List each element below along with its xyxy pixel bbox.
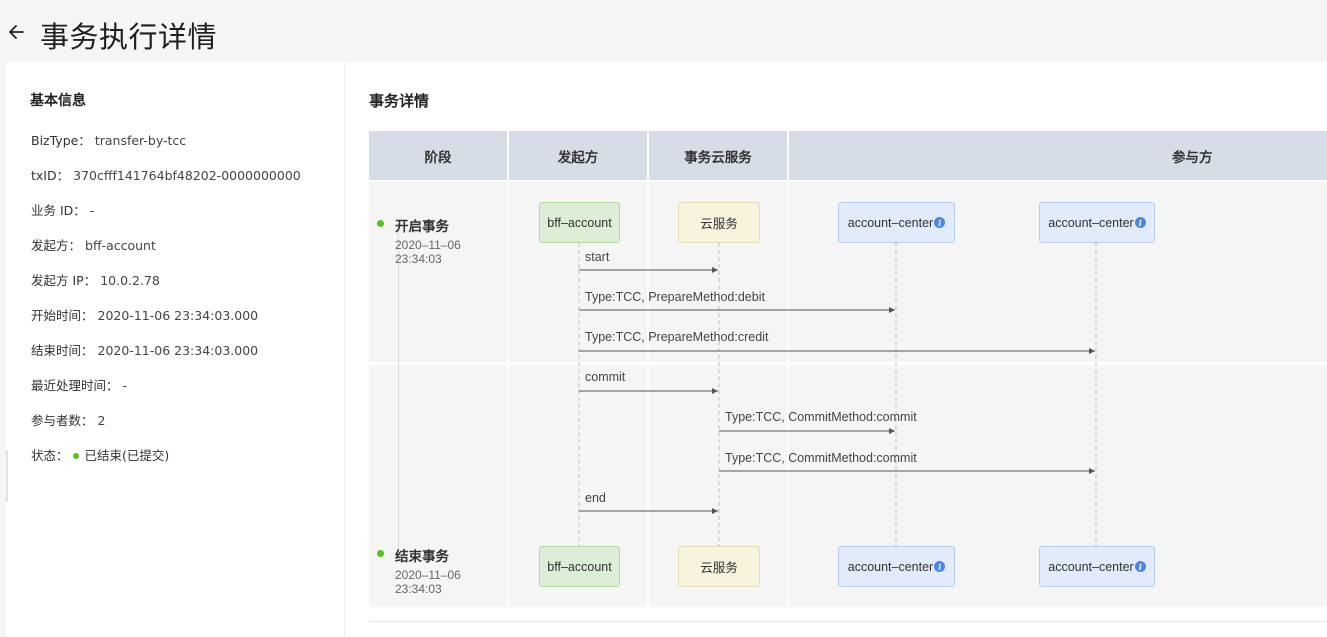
page-header: 事务执行详情 xyxy=(0,0,1327,62)
transaction-detail-panel: 事务详情 阶段 发起方 事务云服务 参与方 开启事务 2020–11–06 23:… xyxy=(345,62,1327,637)
phase-time: 2020–11–06 23:34:03 xyxy=(395,238,461,266)
info-icon[interactable]: i xyxy=(934,561,946,572)
lane-participant2-top: account–center i xyxy=(1039,202,1155,243)
basic-info-title: 基本信息 xyxy=(30,93,86,109)
message-label: Type:TCC, PrepareMethod:debit xyxy=(585,290,765,304)
header-initiator: 发起方 xyxy=(509,131,647,180)
phase-name: 结束事务 xyxy=(395,549,449,565)
status-dot-icon xyxy=(72,452,79,459)
phase-start: 开启事务 2020–11–06 23:34:03 xyxy=(377,215,461,266)
phase-name: 开启事务 xyxy=(395,219,449,235)
column-separator xyxy=(787,131,789,607)
info-row-txid: txID： 370cfff141764bf48202-0000000000 xyxy=(31,168,301,183)
lane-initiator-top: bff–account xyxy=(539,202,620,243)
message-label: Type:TCC, CommitMethod:commit xyxy=(725,410,917,424)
sequence-body xyxy=(369,182,1327,607)
status-value: 已结束(已提交) xyxy=(84,448,170,463)
page-title: 事务执行详情 xyxy=(40,20,218,54)
info-row-business-id: 业务 ID： - xyxy=(31,203,95,218)
info-row-participant-count: 参与者数： 2 xyxy=(31,413,106,428)
message-label: end xyxy=(585,491,606,505)
info-icon[interactable]: i xyxy=(1134,561,1146,572)
info-icon[interactable]: i xyxy=(934,217,946,228)
phase-dot-icon xyxy=(377,550,384,557)
detail-title: 事务详情 xyxy=(369,92,430,110)
phase-end: 结束事务 2020–11–06 23:34:03 xyxy=(377,545,461,596)
header-participants: 参与方 xyxy=(789,131,1327,180)
phase-dot-icon xyxy=(377,220,384,227)
lane-cloud-top: 云服务 xyxy=(678,202,760,243)
info-row-initiator-ip: 发起方 IP： 10.0.2.78 xyxy=(31,273,160,288)
panel-edge-handle xyxy=(6,450,8,502)
message-label: Type:TCC, PrepareMethod:credit xyxy=(585,330,769,344)
header-cloud-service: 事务云服务 xyxy=(649,131,787,180)
info-row-start-time: 开始时间： 2020-11-06 23:34:03.000 xyxy=(31,308,259,323)
message-label: start xyxy=(585,250,610,264)
header-phase: 阶段 xyxy=(369,131,507,180)
phase-time: 2020–11–06 23:34:03 xyxy=(395,568,461,596)
back-arrow-icon[interactable] xyxy=(6,22,26,42)
lane-participant2-bottom: account–center i xyxy=(1039,546,1155,587)
info-row-initiator: 发起方： bff-account xyxy=(31,238,156,253)
info-row-end-time: 结束时间： 2020-11-06 23:34:03.000 xyxy=(31,343,259,358)
lane-participant1-top: account–center i xyxy=(838,202,955,243)
info-icon[interactable]: i xyxy=(1134,217,1146,228)
row-separator xyxy=(369,362,1327,365)
info-row-biztype: BizType： transfer-by-tcc xyxy=(31,133,187,148)
table-bottom-border xyxy=(369,621,1327,622)
basic-info-panel: 基本信息 BizType： transfer-by-tcc txID： 370cff… xyxy=(6,62,344,637)
message-label: commit xyxy=(585,370,626,384)
phase-timeline-line xyxy=(398,224,399,552)
column-separator xyxy=(507,131,509,607)
info-row-last-processed: 最近处理时间： - xyxy=(31,378,128,393)
message-label: Type:TCC, CommitMethod:commit xyxy=(725,451,917,465)
lane-participant1-bottom: account–center i xyxy=(838,546,955,587)
lane-cloud-bottom: 云服务 xyxy=(678,546,760,587)
info-row-status: 状态： 已结束(已提交) xyxy=(31,448,170,463)
lane-initiator-bottom: bff–account xyxy=(539,546,620,587)
column-separator xyxy=(647,131,649,607)
